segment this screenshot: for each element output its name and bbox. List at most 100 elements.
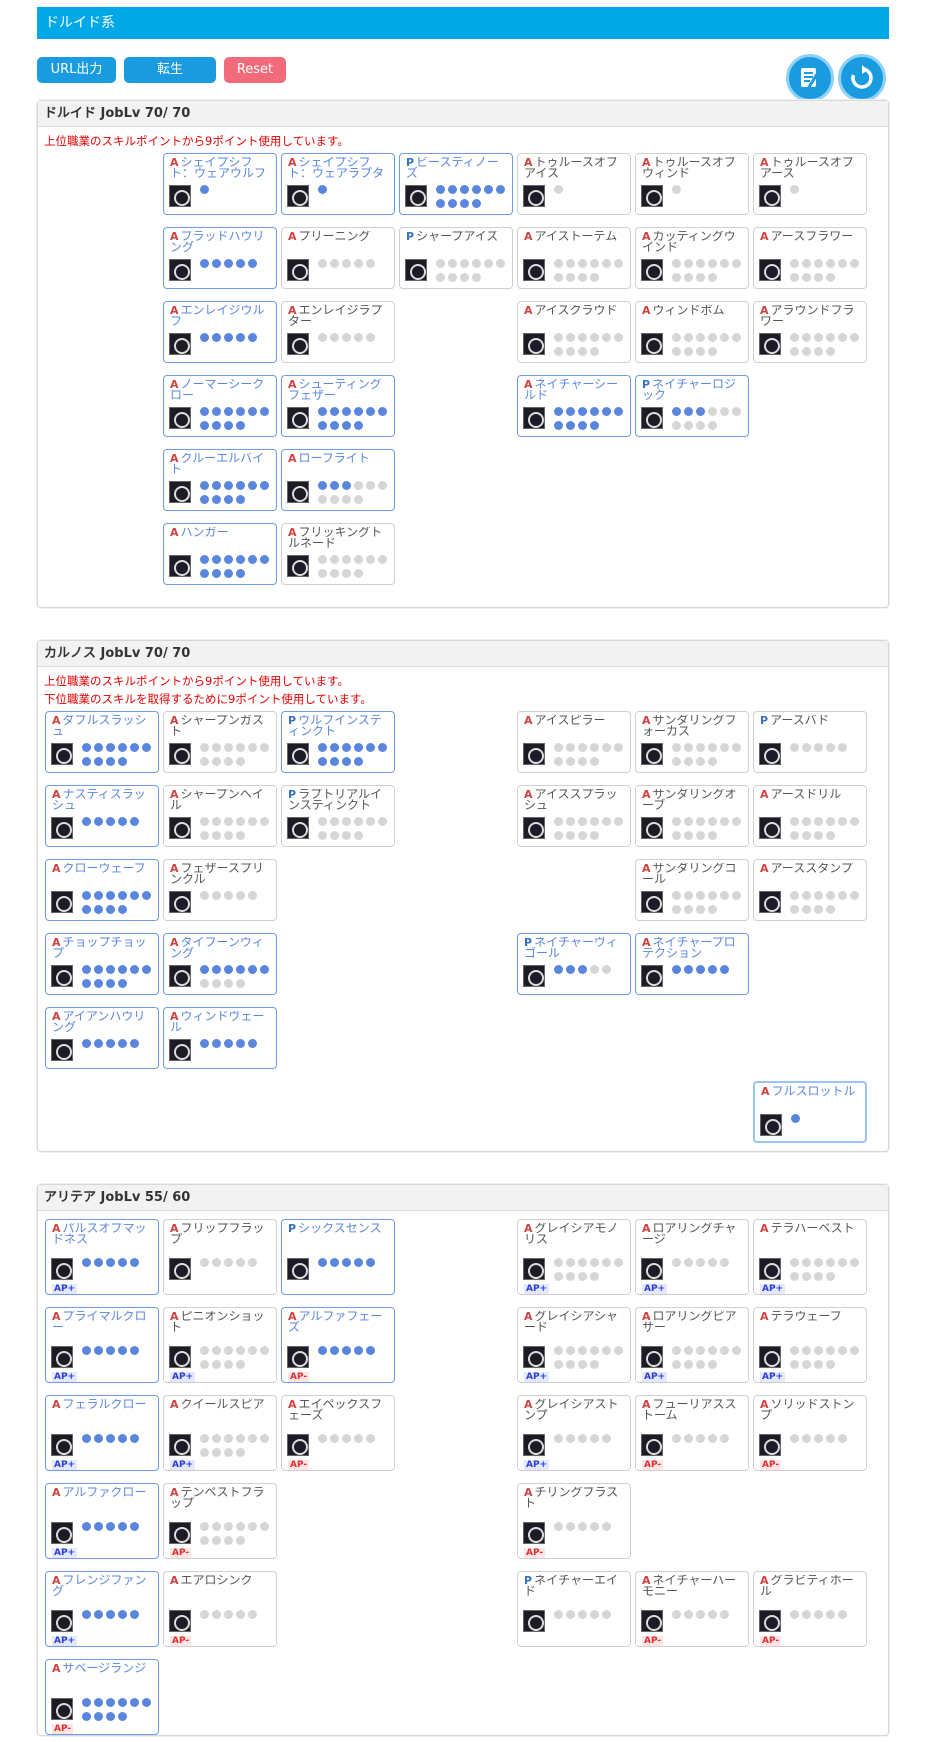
level-dot[interactable]	[318, 1258, 327, 1267]
level-dot[interactable]	[224, 965, 233, 974]
level-dot[interactable]	[142, 891, 151, 900]
level-dot[interactable]	[200, 407, 209, 416]
level-dot[interactable]	[200, 1522, 209, 1531]
skill-level-dots[interactable]	[790, 259, 865, 287]
level-dot[interactable]	[838, 1258, 847, 1267]
level-dot[interactable]	[554, 1346, 563, 1355]
level-dot[interactable]	[590, 965, 599, 974]
level-dot[interactable]	[366, 1434, 375, 1443]
skill-box[interactable]: A アイアンハウリング	[45, 1007, 159, 1069]
skill-level-dots[interactable]	[318, 555, 393, 583]
skill-level-dots[interactable]	[554, 965, 629, 979]
skill-box[interactable]: A クイールスピア AP+	[163, 1395, 277, 1471]
level-dot[interactable]	[578, 1610, 587, 1619]
level-dot[interactable]	[802, 1610, 811, 1619]
skill-box[interactable]: A フューリアスストーム AP-	[635, 1395, 749, 1471]
level-dot[interactable]	[330, 333, 339, 342]
level-dot[interactable]	[318, 259, 327, 268]
level-dot[interactable]	[696, 831, 705, 840]
level-dot[interactable]	[236, 569, 245, 578]
skill-box[interactable]: A チョップチョップ	[45, 933, 159, 995]
level-dot[interactable]	[106, 1712, 115, 1721]
skill-box[interactable]: P ビースティノーズ	[399, 153, 513, 215]
level-dot[interactable]	[212, 1258, 221, 1267]
skill-level-dots[interactable]	[672, 1258, 747, 1272]
skill-box[interactable]: A アルファクロー AP+	[45, 1483, 159, 1559]
level-dot[interactable]	[790, 273, 799, 282]
level-dot[interactable]	[224, 1536, 233, 1545]
skill-level-dots[interactable]	[200, 1346, 275, 1374]
level-dot[interactable]	[732, 1346, 741, 1355]
skill-box[interactable]: A ハンガー	[163, 523, 277, 585]
level-dot[interactable]	[106, 1039, 115, 1048]
level-dot[interactable]	[578, 273, 587, 282]
level-dot[interactable]	[448, 273, 457, 282]
skill-box[interactable]: A シューティングフェザー	[281, 375, 395, 437]
level-dot[interactable]	[248, 1610, 257, 1619]
level-dot[interactable]	[224, 1360, 233, 1369]
level-dot[interactable]	[366, 259, 375, 268]
level-dot[interactable]	[118, 891, 127, 900]
skill-box[interactable]: A アースフラワー	[753, 227, 867, 289]
level-dot[interactable]	[236, 817, 245, 826]
level-dot[interactable]	[212, 1039, 221, 1048]
level-dot[interactable]	[696, 407, 705, 416]
level-dot[interactable]	[212, 965, 221, 974]
level-dot[interactable]	[554, 1272, 563, 1281]
level-dot[interactable]	[106, 743, 115, 752]
level-dot[interactable]	[732, 817, 741, 826]
skill-level-dots[interactable]	[436, 259, 511, 287]
level-dot[interactable]	[826, 1360, 835, 1369]
level-dot[interactable]	[732, 891, 741, 900]
level-dot[interactable]	[224, 743, 233, 752]
level-dot[interactable]	[826, 905, 835, 914]
level-dot[interactable]	[460, 185, 469, 194]
level-dot[interactable]	[732, 743, 741, 752]
level-dot[interactable]	[236, 481, 245, 490]
skill-level-dots[interactable]	[790, 891, 865, 919]
level-dot[interactable]	[118, 965, 127, 974]
skill-level-dots[interactable]	[554, 185, 629, 199]
level-dot[interactable]	[82, 1698, 91, 1707]
level-dot[interactable]	[696, 743, 705, 752]
level-dot[interactable]	[720, 743, 729, 752]
skill-box[interactable]: A サンダリングオーブ	[635, 785, 749, 847]
level-dot[interactable]	[82, 1522, 91, 1531]
level-dot[interactable]	[590, 1522, 599, 1531]
skill-box[interactable]: A アイスクラウド	[517, 301, 631, 363]
level-dot[interactable]	[212, 569, 221, 578]
level-dot[interactable]	[590, 1346, 599, 1355]
skill-level-dots[interactable]	[82, 891, 157, 919]
level-dot[interactable]	[602, 407, 611, 416]
level-dot[interactable]	[260, 817, 269, 826]
level-dot[interactable]	[720, 891, 729, 900]
level-dot[interactable]	[260, 1522, 269, 1531]
skill-box[interactable]: A エアロシンク AP-	[163, 1571, 277, 1647]
skill-level-dots[interactable]	[672, 333, 747, 361]
level-dot[interactable]	[106, 1434, 115, 1443]
level-dot[interactable]	[838, 259, 847, 268]
level-dot[interactable]	[212, 831, 221, 840]
skill-box[interactable]: Aシェイプシフト：ウェアラプター	[281, 153, 395, 215]
level-dot[interactable]	[200, 817, 209, 826]
skill-box[interactable]: A パルスオブマッドネス AP+	[45, 1219, 159, 1295]
skill-box[interactable]: A エンレイジラプター	[281, 301, 395, 363]
level-dot[interactable]	[318, 817, 327, 826]
level-dot[interactable]	[720, 1346, 729, 1355]
level-dot[interactable]	[200, 1536, 209, 1545]
level-dot[interactable]	[790, 333, 799, 342]
level-dot[interactable]	[708, 273, 717, 282]
level-dot[interactable]	[224, 1610, 233, 1619]
skill-level-dots[interactable]	[672, 1434, 747, 1448]
level-dot[interactable]	[330, 1258, 339, 1267]
level-dot[interactable]	[684, 1258, 693, 1267]
level-dot[interactable]	[248, 259, 257, 268]
level-dot[interactable]	[566, 1610, 575, 1619]
level-dot[interactable]	[554, 831, 563, 840]
level-dot[interactable]	[566, 333, 575, 342]
level-dot[interactable]	[330, 1346, 339, 1355]
level-dot[interactable]	[236, 1448, 245, 1457]
level-dot[interactable]	[578, 347, 587, 356]
skill-box[interactable]: A サベージランジ AP-	[45, 1659, 159, 1735]
skill-level-dots[interactable]	[318, 185, 393, 199]
